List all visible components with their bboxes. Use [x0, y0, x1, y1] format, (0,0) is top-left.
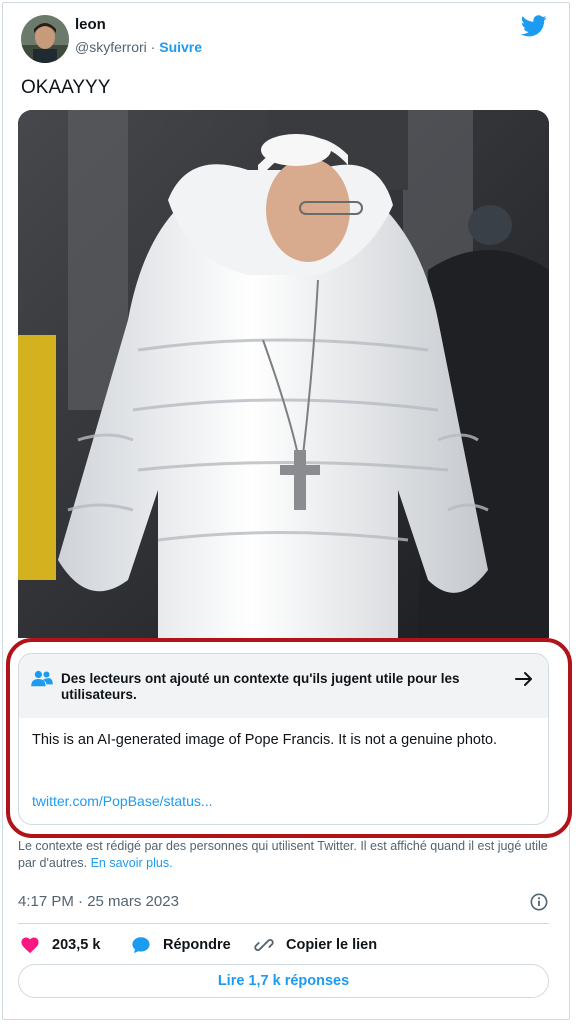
like-button[interactable]: 203,5 k — [20, 934, 100, 956]
follow-button[interactable]: Suivre — [159, 39, 202, 55]
reply-bubble-icon — [132, 937, 150, 954]
tweet-text: OKAAYYY — [21, 77, 111, 98]
reply-label: Répondre — [163, 937, 231, 953]
arrow-right-icon[interactable] — [514, 670, 534, 688]
community-note: Des lecteurs ont ajouté un contexte qu'i… — [18, 653, 549, 825]
copy-link-label: Copier le lien — [286, 937, 378, 953]
heart-icon — [21, 937, 39, 954]
community-note-link[interactable]: twitter.com/PopBase/status... — [32, 793, 213, 809]
info-icon[interactable] — [530, 893, 548, 911]
divider — [18, 923, 549, 924]
community-note-header[interactable]: Des lecteurs ont ajouté un contexte qu'i… — [19, 654, 548, 718]
link-icon — [254, 939, 274, 951]
read-replies-button[interactable]: Lire 1,7 k réponses — [18, 964, 549, 998]
community-note-disclaimer: Le contexte est rédigé par des personnes… — [18, 838, 548, 872]
handle-separator: · — [150, 39, 156, 55]
tweet-photo[interactable] — [18, 110, 549, 638]
copy-link-button[interactable]: Copier le lien — [254, 934, 377, 956]
author-handle[interactable]: @skyferrori — [75, 39, 147, 55]
twitter-bird-icon[interactable] — [521, 15, 547, 37]
tweet-timestamp[interactable]: 4:17 PM · 25 mars 2023 — [18, 893, 179, 910]
community-note-title: Des lecteurs ont ajouté un contexte qu'i… — [61, 671, 460, 702]
avatar[interactable] — [21, 15, 69, 63]
reply-button[interactable]: Répondre — [131, 934, 231, 956]
community-note-body: This is an AI-generated image of Pope Fr… — [32, 732, 498, 748]
author-handle-row: @skyferrori · Suivre — [75, 39, 202, 55]
like-count: 203,5 k — [52, 937, 101, 953]
people-icon — [31, 670, 53, 687]
learn-more-link[interactable]: En savoir plus. — [91, 856, 173, 870]
author-name[interactable]: leon — [75, 16, 106, 33]
